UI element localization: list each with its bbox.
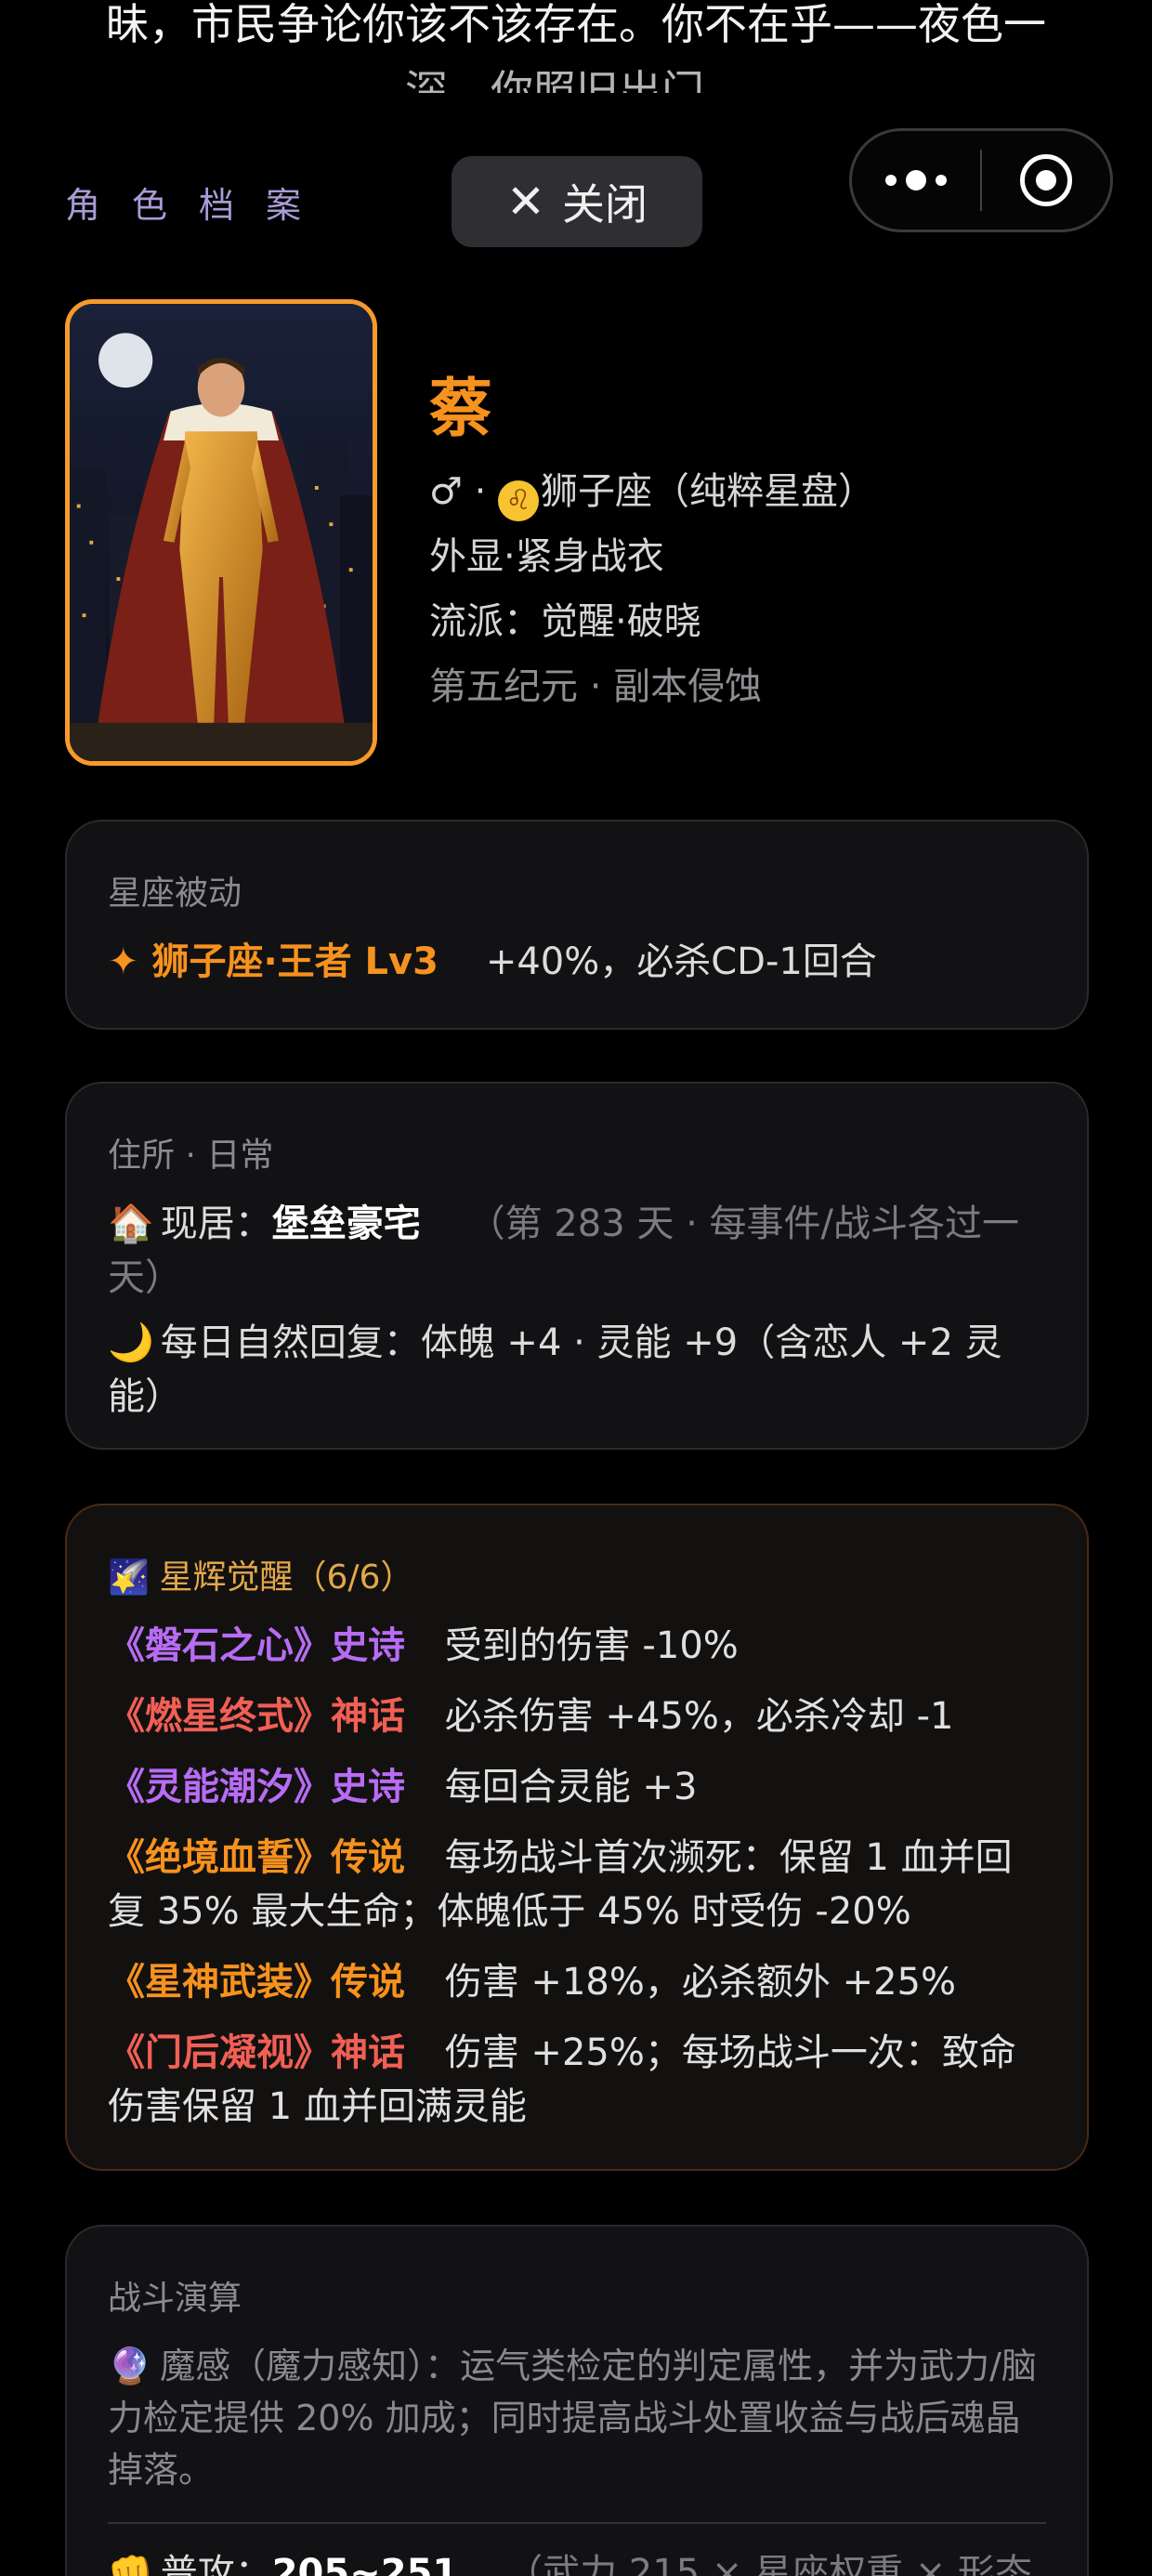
awakening-card: 🌠 星辉觉醒（6/6） 《磐石之心》史诗 受到的伤害 -10% 《燃星终式》神话…	[65, 1504, 1089, 2171]
awakening-name: 《磐石之心》史诗	[108, 1624, 405, 1667]
awakening-name: 《门后凝视》神话	[108, 2031, 405, 2074]
awakening-name: 《灵能潮汐》史诗	[108, 1766, 405, 1808]
awakening-effect: 必杀伤害 +45%，必杀冷却 -1	[444, 1695, 954, 1738]
passive-name: ✦ 狮子座·王者 Lv3	[108, 940, 439, 983]
section-label: 角色档案	[65, 185, 334, 226]
awakening-name: 《绝境血誓》传说	[108, 1836, 405, 1879]
attack-value: 205~251	[271, 2552, 459, 2576]
mini-program-capsule	[849, 128, 1113, 232]
separator-dot: ·	[462, 470, 499, 513]
awakening-item: 《磐石之心》史诗 受到的伤害 -10%	[108, 1619, 1046, 1673]
leo-icon: ♌	[498, 480, 540, 521]
close-icon: ✕	[506, 175, 545, 229]
awakening-item: 《星神武装》传说 伤害 +18%，必杀额外 +25%	[108, 1955, 1046, 2009]
story-text: 昧，市民争论你该不该存在。你不在乎——夜色一 深，你照旧出门。	[0, 0, 1152, 93]
residence-card: 住所 · 日常 🏠 现居：堡垒豪宅 （第 283 天 · 每事件/战斗各过一天）…	[65, 1082, 1089, 1450]
recovery-text: 每日自然回复：体魄 +4 · 灵能 +9（含恋人 +2 灵能）	[108, 1321, 1002, 1418]
era-line: 第五纪元 · 副本侵蚀	[429, 665, 763, 708]
awakening-title: 星辉觉醒（6/6）	[159, 1558, 414, 1597]
battle-title: 战斗演算	[108, 2280, 242, 2318]
more-options-icon[interactable]	[852, 170, 980, 191]
divider	[108, 2522, 1046, 2524]
residence-title: 住所 · 日常	[108, 1137, 274, 1175]
recovery-row: 🌙 每日自然回复：体魄 +4 · 灵能 +9（含恋人 +2 灵能）	[108, 1316, 1046, 1424]
awakening-effect: 每回合灵能 +3	[444, 1766, 698, 1808]
battle-desc: 魔感（魔力感知）：运气类检定的判定属性，并为武力/脑力检定提供 20% 加成；同…	[108, 2346, 1037, 2491]
home-label: 现居：	[160, 1203, 272, 1245]
awakening-item: 《绝境血誓》传说 每场战斗首次濒死：保留 1 血并回复 35% 最大生命；体魄低…	[108, 1831, 1046, 1939]
crystal-ball-icon: 🔮	[108, 2346, 152, 2386]
attack-label: 普攻：	[160, 2552, 272, 2576]
school-line: 流派：觉醒·破晓	[429, 600, 701, 643]
passive-title: 星座被动	[108, 874, 242, 913]
awakening-item: 《灵能潮汐》史诗 每回合灵能 +3	[108, 1760, 1046, 1814]
passive-effect: +40%，必杀CD-1回合	[485, 940, 877, 983]
battle-desc-row: 🔮 魔感（魔力感知）：运气类检定的判定属性，并为武力/脑力检定提供 20% 加成…	[108, 2340, 1046, 2496]
passive-card: 星座被动 ✦ 狮子座·王者 Lv3 +40%，必杀CD-1回合	[65, 820, 1089, 1030]
gender-zodiac-line: ♂ · ♌ 狮子座（纯粹星盘）	[429, 461, 875, 521]
moon-icon: 🌙	[108, 1321, 154, 1364]
awakening-name: 《燃星终式》神话	[108, 1695, 405, 1738]
zodiac-text: 狮子座（纯粹星盘）	[541, 470, 876, 513]
battle-card: 战斗演算 🔮 魔感（魔力感知）：运气类检定的判定属性，并为武力/脑力检定提供 2…	[65, 2225, 1089, 2576]
awakening-name: 《星神武装》传说	[108, 1961, 405, 2004]
awakening-header: 🌠 星辉觉醒（6/6）	[108, 1550, 1046, 1598]
awakening-item: 《门后凝视》神话 伤害 +25%；每场战斗一次：致命伤害保留 1 血并回满灵能	[108, 2026, 1046, 2134]
home-value: 堡垒豪宅	[271, 1203, 421, 1245]
gender-symbol: ♂	[429, 470, 463, 513]
passive-row: ✦ 狮子座·王者 Lv3 +40%，必杀CD-1回合	[108, 935, 1046, 989]
story-line-2: 深，你照旧出门。	[405, 66, 747, 93]
awakening-effect: 伤害 +18%，必杀额外 +25%	[444, 1961, 956, 2004]
appearance-line: 外显·紧身战衣	[429, 535, 664, 578]
close-label: 关闭	[561, 179, 648, 230]
house-icon: 🏠	[108, 1203, 154, 1245]
close-button[interactable]: ✕ 关闭	[452, 156, 702, 247]
fist-icon: 👊	[108, 2552, 154, 2576]
awakening-effect: 受到的伤害 -10%	[444, 1624, 739, 1667]
character-portrait	[65, 299, 377, 766]
residence-row: 🏠 现居：堡垒豪宅 （第 283 天 · 每事件/战斗各过一天）	[108, 1197, 1046, 1305]
shooting-star-icon: 🌠	[108, 1558, 150, 1597]
awakening-item: 《燃星终式》神话 必杀伤害 +45%，必杀冷却 -1	[108, 1689, 1046, 1743]
story-line-1: 昧，市民争论你该不该存在。你不在乎——夜色一	[106, 0, 1046, 49]
attack-row: 👊 普攻：205~251 （武力 215 × 星座权重 × 形态系	[108, 2546, 1046, 2576]
character-name: 蔡	[429, 373, 493, 446]
exit-target-icon[interactable]	[982, 154, 1110, 206]
